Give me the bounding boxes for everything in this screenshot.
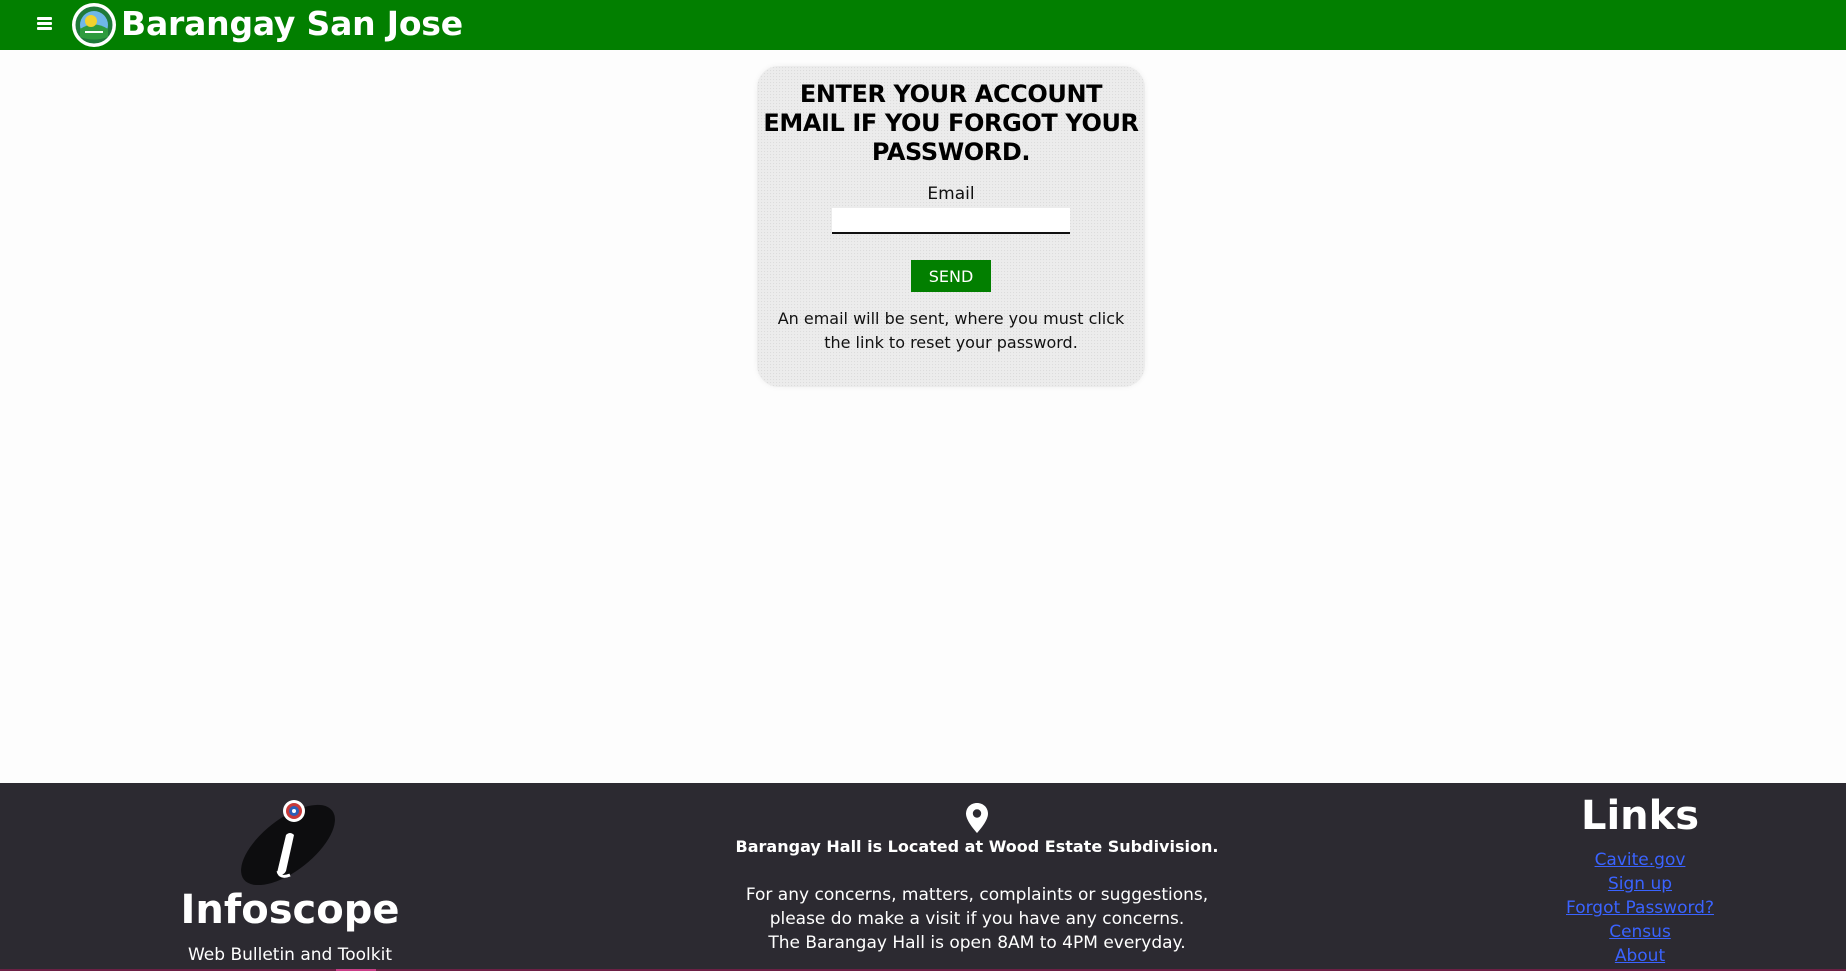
list-item: Sign up [1540,872,1740,896]
brand-name: Infoscope [180,887,400,933]
link-census[interactable]: Census [1609,922,1671,942]
list-item: About [1540,944,1740,968]
brand-tagline: Web Bulletin and Toolkit [187,945,393,965]
location-heading: Barangay Hall is Located at Wood Estate … [735,837,1219,856]
location-line: The Barangay Hall is open 8AM to 4PM eve… [768,933,1186,953]
card-title: ENTER YOUR ACCOUNT EMAIL IF YOU FORGOT Y… [763,80,1139,166]
link-sign-up[interactable]: Sign up [1608,874,1672,894]
location-pin-icon [965,802,989,834]
location-details: For any concerns, matters, complaints or… [720,883,1234,955]
reset-instructions: An email will be sent, where you must cl… [777,309,1125,352]
links-title: Links [1580,793,1700,839]
footer: Infoscope Web Bulletin and Toolkit Baran… [0,783,1846,971]
footer-brand: Infoscope Web Bulletin and Toolkit [150,783,430,971]
list-item: Cavite.gov [1540,848,1740,872]
hamburger-menu-icon[interactable] [37,17,52,31]
location-line: For any concerns, matters, complaints or… [745,885,1209,905]
footer-location: Barangay Hall is Located at Wood Estate … [720,783,1234,971]
location-line: please do make a visit if you have any c… [769,909,1185,929]
link-about[interactable]: About [1615,946,1665,966]
footer-links: Links Cavite.gov Sign up Forgot Password… [1540,783,1740,971]
email-input[interactable] [832,208,1070,234]
forgot-password-card: ENTER YOUR ACCOUNT EMAIL IF YOU FORGOT Y… [757,66,1145,387]
link-cavite-gov[interactable]: Cavite.gov [1595,850,1686,870]
top-navbar: Barangay San Jose [0,0,1846,50]
infoscope-logo [236,797,348,886]
links-list: Cavite.gov Sign up Forgot Password? Cens… [1540,848,1740,968]
email-label: Email [927,184,975,204]
site-title[interactable]: Barangay San Jose [121,5,463,43]
send-button[interactable]: SEND [911,260,991,292]
list-item: Census [1540,920,1740,944]
link-forgot-password[interactable]: Forgot Password? [1566,898,1714,918]
barangay-seal-logo[interactable] [71,2,117,48]
list-item: Forgot Password? [1540,896,1740,920]
